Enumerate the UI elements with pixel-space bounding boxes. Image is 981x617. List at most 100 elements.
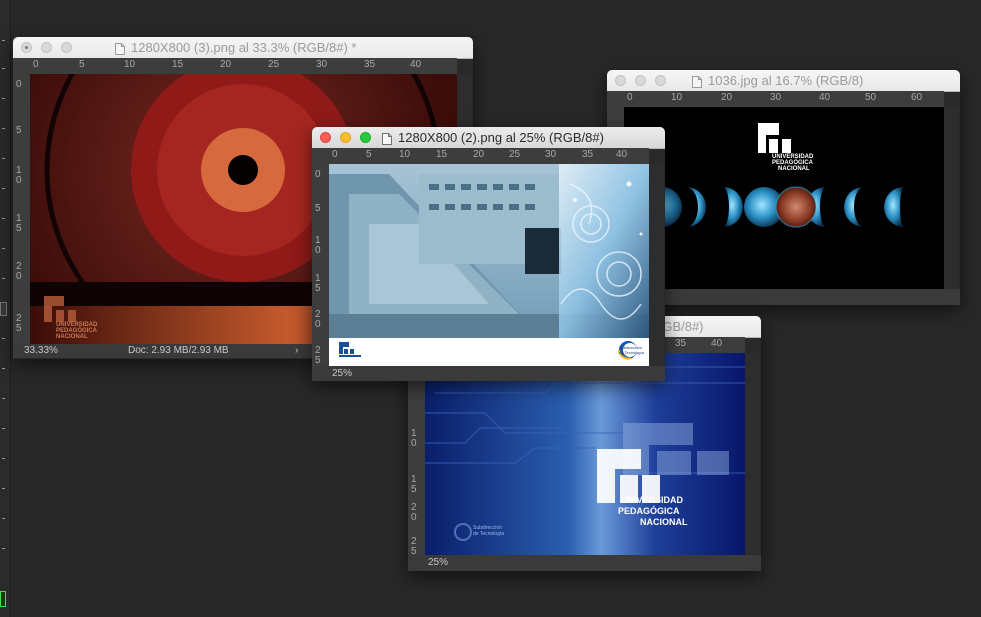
- zoom-button[interactable]: [655, 75, 666, 86]
- bottom-logo-text: Subdirección de Tecnología: [473, 525, 504, 537]
- tool-tick: [2, 218, 5, 219]
- minimize-button[interactable]: [41, 42, 52, 53]
- vertical-scrollbar[interactable]: [649, 164, 663, 366]
- ruler-label: 40: [711, 338, 723, 349]
- window-titlebar[interactable]: 1036.jpg al 16.7% (RGB/8): [607, 70, 960, 92]
- ruler-label: 15: [436, 149, 448, 160]
- active-tool[interactable]: [0, 302, 7, 316]
- vertical-ruler[interactable]: 0 5 1 0 1 5 2 0 2 5: [13, 74, 30, 344]
- window-titlebar[interactable]: 1280X800 (3).png al 33.3% (RGB/8#) *: [13, 37, 473, 59]
- zoom-button[interactable]: [61, 42, 72, 53]
- logo-line: UNIVERSIDAD: [621, 495, 684, 505]
- ruler-label: 0: [627, 92, 633, 103]
- ruler-label: 1 5: [411, 474, 417, 495]
- tool-tick: [2, 40, 5, 41]
- status-menu-arrow-icon[interactable]: ›: [295, 344, 298, 358]
- canvas-artwork: [329, 164, 649, 366]
- ruler-label: 10: [671, 92, 683, 103]
- document-canvas[interactable]: UNIVERSIDAD PEDAGÓGICA NACIONAL Subdirec…: [425, 353, 745, 555]
- ruler-label: 40: [819, 92, 831, 103]
- logo-line: NACIONAL: [778, 166, 810, 172]
- ruler-corner: [312, 148, 329, 164]
- ruler-label: 20: [473, 149, 485, 160]
- document-canvas[interactable]: Subdirección de Tecnología: [329, 164, 649, 366]
- minimize-button[interactable]: [635, 75, 646, 86]
- horizontal-ruler[interactable]: 0 5 10 15 20 25 30 35 40: [30, 58, 457, 74]
- ruler-label: 2 0: [411, 502, 417, 523]
- document-canvas[interactable]: UNIVERSIDAD PEDAGÓGICA NACIONAL: [624, 107, 944, 289]
- foreground-color-swatch[interactable]: [0, 591, 6, 607]
- ruler-label: 25: [268, 59, 280, 70]
- tool-tick: [2, 428, 5, 429]
- logo-line: NACIONAL: [56, 334, 88, 340]
- ruler-label: 30: [316, 59, 328, 70]
- tool-tick: [2, 458, 5, 459]
- ruler-label: 5: [16, 125, 22, 136]
- horizontal-ruler[interactable]: 0 5 10 15 20 25 30 35 40: [329, 148, 649, 164]
- ruler-label: 0: [315, 169, 321, 180]
- ruler-label: 2 5: [411, 536, 417, 556]
- canvas-artwork: [642, 123, 904, 228]
- corner-logo-text: Subdirección de Tecnología: [619, 345, 644, 355]
- tool-tick: [2, 398, 5, 399]
- ruler-label: 1 5: [315, 273, 321, 294]
- tool-tick: [2, 368, 5, 369]
- logo-text: UNIVERSIDAD PEDAGÓGICA NACIONAL: [772, 154, 813, 172]
- close-button[interactable]: [615, 75, 626, 86]
- document-size-info[interactable]: Doc: 2.93 MB/2.93 MB: [128, 344, 229, 358]
- logo-text: UNIVERSIDAD PEDAGÓGICA NACIONAL: [618, 495, 688, 528]
- zoom-button[interactable]: [360, 132, 371, 143]
- close-button[interactable]: [21, 42, 32, 53]
- ruler-label: 1 0: [315, 235, 321, 256]
- status-bar: 25%: [312, 366, 665, 381]
- vertical-ruler[interactable]: 0 5 1 0 1 5 2 0 2 5: [312, 164, 329, 366]
- vertical-ruler[interactable]: 1 0 1 5 2 0 2 5: [408, 353, 425, 555]
- ruler-label: 1 0: [16, 165, 22, 186]
- document-icon: [382, 132, 392, 145]
- tool-tick: [2, 338, 5, 339]
- ruler-label: 60: [911, 92, 923, 103]
- window-title: 1280X800 (2).png al 25% (RGB/8#): [398, 130, 604, 145]
- window-title: 1036.jpg al 16.7% (RGB/8): [708, 73, 864, 88]
- ruler-label: 25: [509, 149, 521, 160]
- vertical-scrollbar[interactable]: [944, 107, 958, 289]
- ruler-label: 20: [721, 92, 733, 103]
- tool-tick: [2, 68, 5, 69]
- ruler-label: 2 5: [315, 345, 321, 366]
- window-titlebar[interactable]: 1280X800 (2).png al 25% (RGB/8#): [312, 127, 665, 149]
- ruler-label: 40: [410, 59, 422, 70]
- ruler-label: 10: [399, 149, 411, 160]
- ruler-corner: [13, 58, 30, 74]
- ruler-label: 0: [16, 79, 22, 90]
- ruler-label: 0: [33, 59, 39, 70]
- ruler-label: 10: [124, 59, 136, 70]
- zoom-level[interactable]: 25%: [428, 556, 448, 570]
- document-icon: [692, 75, 702, 88]
- ruler-label: 5: [315, 203, 321, 214]
- tool-tick: [2, 488, 5, 489]
- tool-tick: [2, 188, 5, 189]
- tool-tick: [2, 158, 5, 159]
- tools-strip: [0, 0, 11, 617]
- zoom-level[interactable]: 25%: [332, 367, 352, 381]
- logo-line: NACIONAL: [640, 517, 688, 527]
- ruler-label: 5: [79, 59, 85, 70]
- tool-tick: [2, 548, 5, 549]
- ruler-label: 20: [220, 59, 232, 70]
- tool-tick: [2, 248, 5, 249]
- ruler-label: 30: [545, 149, 557, 160]
- horizontal-ruler[interactable]: 0 10 20 30 40 50 60: [624, 91, 944, 107]
- ruler-label: 1 0: [411, 428, 417, 449]
- ruler-label: 1 5: [16, 213, 22, 234]
- window-title: 1280X800 (3).png al 33.3% (RGB/8#) *: [131, 40, 357, 55]
- vertical-scrollbar[interactable]: [745, 353, 759, 555]
- close-button[interactable]: [320, 132, 331, 143]
- ruler-label: 2 0: [16, 261, 22, 282]
- ruler-label: 35: [582, 149, 594, 160]
- ruler-label: 35: [675, 338, 687, 349]
- document-window-1280x800-2[interactable]: 1280X800 (2).png al 25% (RGB/8#) 0 5 10 …: [312, 127, 665, 381]
- ruler-label: 2 5: [16, 313, 22, 334]
- watermark-logo-text: UNIVERSIDAD PEDAGÓGICA NACIONAL: [56, 322, 97, 340]
- zoom-level[interactable]: 33.33%: [24, 344, 58, 358]
- minimize-button[interactable]: [340, 132, 351, 143]
